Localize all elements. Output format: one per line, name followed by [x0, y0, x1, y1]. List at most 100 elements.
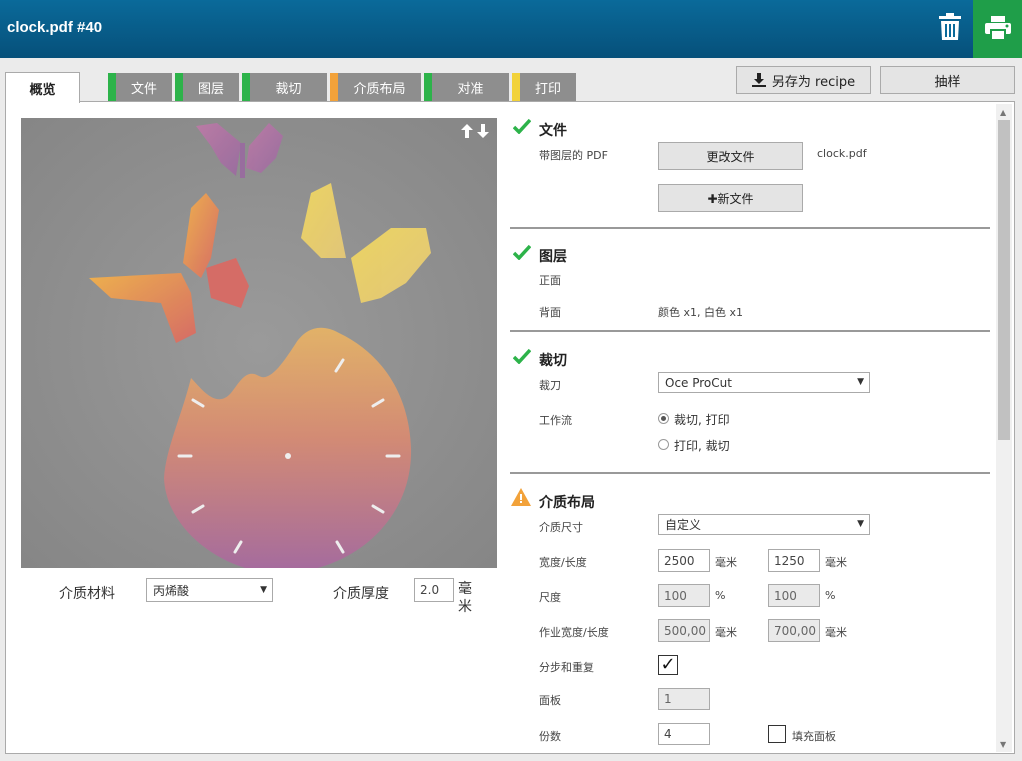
section-title-media-layout: 介质布局 [539, 495, 595, 511]
fill-panels-checkbox[interactable] [768, 725, 786, 743]
tab-label: 裁切 [275, 81, 302, 97]
new-file-button[interactable]: ✚新文件 [658, 184, 803, 212]
fill-panels-label: 填充面板 [792, 730, 836, 743]
file-name: clock.pdf [817, 147, 867, 160]
unit-label: % [825, 589, 836, 602]
tab-layers[interactable]: 图层 [175, 73, 239, 101]
chevron-down-icon: ▼ [260, 585, 267, 595]
tab-cut[interactable]: 裁切 [242, 73, 327, 101]
tab-label: 介质布局 [353, 81, 406, 97]
copies-value: 4 [664, 727, 672, 741]
tab-label: 概览 [29, 82, 56, 98]
workflow-label: 工作流 [539, 414, 572, 427]
panels-value: 1 [664, 692, 672, 706]
scale-y-value: 100 [774, 588, 797, 603]
tab-label: 图层 [197, 81, 224, 97]
job-length-value: 700,00 [774, 623, 816, 638]
status-marker [330, 73, 338, 101]
save-recipe-button[interactable]: 另存为 recipe [736, 66, 871, 94]
sample-button[interactable]: 抽样 [880, 66, 1015, 94]
scroll-down-icon[interactable]: ▼ [1000, 740, 1006, 749]
media-thickness-input[interactable]: 2.0 [414, 578, 454, 602]
media-material-label: 介质材料 [59, 586, 115, 602]
workflow-radio-print-cut[interactable] [658, 439, 669, 450]
status-marker [424, 73, 432, 101]
unit-label: % [715, 589, 726, 602]
width-value: 2500 [664, 553, 695, 568]
media-size-label: 介质尺寸 [539, 521, 583, 534]
workflow-option-label: 打印, 裁切 [674, 439, 730, 453]
job-size-label: 作业宽度/长度 [539, 626, 609, 639]
tab-print[interactable]: 打印 [512, 73, 576, 101]
check-icon [513, 244, 531, 260]
media-material-value: 丙烯酸 [153, 583, 190, 598]
media-thickness-value: 2.0 [420, 583, 440, 597]
unit-label: 毫米 [825, 626, 847, 639]
scroll-thumb[interactable] [998, 120, 1010, 440]
copies-input[interactable]: 4 [658, 723, 710, 745]
scale-x-value: 100 [664, 588, 687, 603]
media-thickness-label: 介质厚度 [333, 586, 389, 602]
divider [510, 330, 990, 332]
flip-arrows-icon[interactable] [461, 124, 489, 142]
divider [510, 472, 990, 474]
status-marker [175, 73, 183, 101]
divider [510, 227, 990, 229]
change-file-label: 更改文件 [706, 149, 755, 164]
panels-label: 面板 [539, 694, 561, 707]
trash-icon[interactable] [937, 13, 963, 41]
tab-label: 对准 [457, 81, 484, 97]
tab-file[interactable]: 文件 [108, 73, 172, 101]
step-repeat-checkbox[interactable]: ✓ [658, 655, 678, 675]
sample-label: 抽样 [934, 74, 961, 90]
width-length-label: 宽度/长度 [539, 556, 587, 569]
save-recipe-label: 另存为 recipe [771, 74, 856, 90]
job-width-value: 500,00 [664, 623, 706, 638]
section-title-cut: 裁切 [539, 353, 567, 369]
check-icon [513, 118, 531, 134]
panels-input: 1 [658, 688, 710, 710]
check-icon [513, 348, 531, 364]
cutter-value: Oce ProCut [665, 375, 732, 390]
tab-overview[interactable]: 概览 [5, 72, 80, 103]
printer-icon [985, 16, 1011, 40]
preview-image [21, 118, 497, 568]
step-repeat-label: 分步和重复 [539, 661, 594, 674]
cutter-label: 裁刀 [539, 379, 561, 392]
status-marker [512, 73, 520, 101]
back-label: 背面 [539, 306, 561, 319]
status-marker [242, 73, 250, 101]
tab-label: 文件 [130, 81, 157, 97]
scale-x-input: 100 [658, 584, 710, 607]
media-size-select[interactable]: 自定义 ▼ [658, 514, 870, 535]
copies-label: 份数 [539, 730, 561, 743]
change-file-button[interactable]: 更改文件 [658, 142, 803, 170]
scroll-up-icon[interactable]: ▲ [1000, 108, 1006, 117]
media-size-value: 自定义 [665, 518, 702, 532]
cutter-select[interactable]: Oce ProCut ▼ [658, 372, 870, 393]
file-type-label: 带图层的 PDF [539, 149, 608, 162]
workflow-radio-cut-print[interactable] [658, 413, 669, 424]
length-input[interactable]: 1250 [768, 549, 820, 572]
top-bar: clock.pdf #40 [0, 0, 1022, 58]
unit-label: 毫米 [715, 626, 737, 639]
scrollbar[interactable]: ▲ ▼ [996, 104, 1012, 752]
section-title-layers: 图层 [539, 249, 567, 265]
tab-media-layout[interactable]: 介质布局 [330, 73, 421, 101]
main-panel: 介质材料 丙烯酸 ▼ 介质厚度 2.0 毫米 文件 带图层的 PDF 更改文件 … [5, 101, 1015, 754]
width-input[interactable]: 2500 [658, 549, 710, 572]
unit-label: 毫米 [715, 556, 737, 569]
download-icon [751, 73, 766, 87]
media-material-select[interactable]: 丙烯酸 ▼ [146, 578, 273, 602]
tab-alignment[interactable]: 对准 [424, 73, 509, 101]
chevron-down-icon: ▼ [857, 377, 864, 387]
window-title: clock.pdf #40 [7, 19, 103, 36]
print-button[interactable] [973, 0, 1022, 58]
media-thickness-unit: 毫米 [458, 581, 472, 615]
workflow-option-label: 裁切, 打印 [674, 413, 730, 427]
scale-y-input: 100 [768, 584, 820, 607]
tab-label: 打印 [534, 81, 561, 97]
job-width-input: 500,00 [658, 619, 710, 642]
chevron-down-icon: ▼ [857, 519, 864, 529]
scale-label: 尺度 [539, 591, 561, 604]
